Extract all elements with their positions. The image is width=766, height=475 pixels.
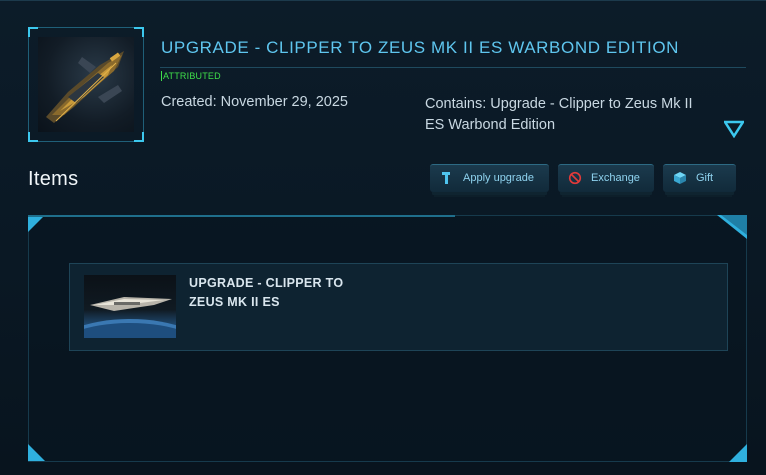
corner-accent-icon xyxy=(717,215,747,239)
status-badge: ATTRIBUTED xyxy=(161,71,221,81)
created-date: Created: November 29, 2025 xyxy=(161,94,348,110)
item-name: UPGRADE - CLIPPER TO ZEUS MK II ES xyxy=(189,276,344,309)
top-divider xyxy=(0,0,766,1)
chevron-down-triangle-icon xyxy=(722,120,746,139)
pledge-thumbnail-frame[interactable] xyxy=(28,27,144,142)
apply-upgrade-button[interactable]: Apply upgrade xyxy=(430,164,549,192)
frame-corner xyxy=(28,27,38,37)
list-item[interactable]: UPGRADE - CLIPPER TO ZEUS MK II ES xyxy=(69,263,728,351)
ship-thumbnail-image xyxy=(38,37,134,132)
corner-accent-icon xyxy=(28,215,45,232)
pledge-panel: UPGRADE - CLIPPER TO ZEUS MK II ES WARBO… xyxy=(0,0,766,475)
corner-accent-icon xyxy=(28,444,45,461)
frame-corner xyxy=(134,27,144,37)
frame-corner xyxy=(28,132,38,142)
gift-button[interactable]: Gift xyxy=(663,164,736,192)
gift-label: Gift xyxy=(696,172,714,184)
wrench-icon xyxy=(442,172,450,184)
ship-planet-image xyxy=(84,275,176,338)
expand-toggle[interactable] xyxy=(722,120,746,139)
items-heading: Items xyxy=(28,168,79,190)
no-entry-icon xyxy=(568,171,582,185)
exchange-button[interactable]: Exchange xyxy=(558,164,654,192)
apply-upgrade-label: Apply upgrade xyxy=(463,172,534,184)
corner-accent-icon xyxy=(729,444,747,462)
gift-box-icon xyxy=(674,172,686,184)
frame-corner xyxy=(134,132,144,142)
items-accent-line xyxy=(28,215,455,217)
exchange-label: Exchange xyxy=(591,172,640,184)
contains-text: Contains: Upgrade - Clipper to Zeus Mk I… xyxy=(425,96,693,133)
title-divider xyxy=(160,67,746,68)
pledge-title: UPGRADE - CLIPPER TO ZEUS MK II ES WARBO… xyxy=(161,38,680,57)
